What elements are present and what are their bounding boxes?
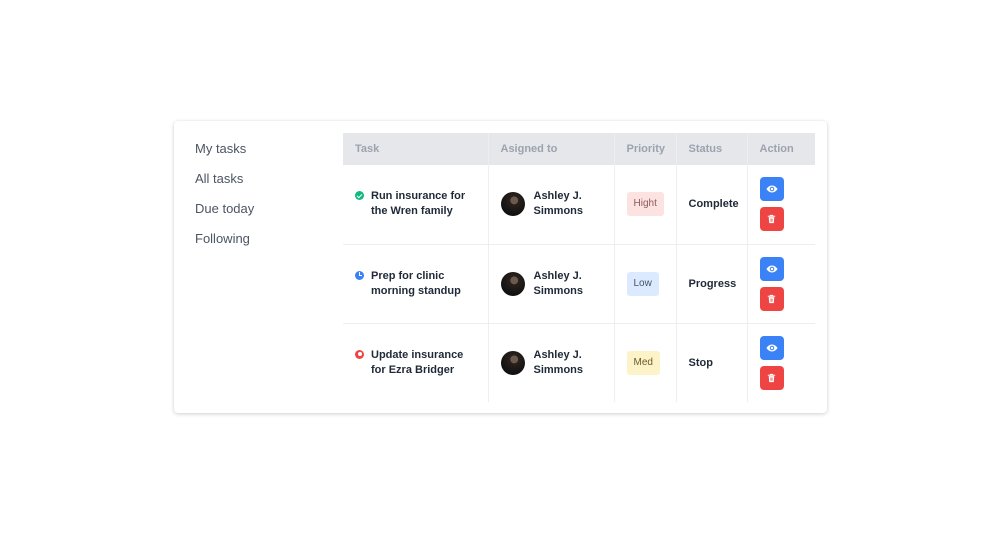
assignee-cell: Ashley J. Simmons xyxy=(487,244,614,324)
sidebar-item-my-tasks[interactable]: My tasks xyxy=(195,141,254,171)
tasks-card: My tasks All tasks Due today Following T… xyxy=(174,121,827,413)
action-cell xyxy=(746,323,815,402)
trash-icon xyxy=(767,294,776,303)
delete-button[interactable] xyxy=(759,365,784,390)
stop-circle-icon xyxy=(355,349,364,359)
table-row: Run insurance for the Wren family Ashley… xyxy=(343,165,815,245)
sidebar-item-all-tasks[interactable]: All tasks xyxy=(195,171,254,201)
status-cell: Stop xyxy=(675,323,747,402)
task-label[interactable]: Run insurance for the Wren family xyxy=(371,189,476,219)
status-text: Stop xyxy=(688,356,713,369)
status-cell: Complete xyxy=(675,165,747,245)
column-header-status: Status xyxy=(675,133,747,165)
view-button[interactable] xyxy=(759,335,784,360)
column-header-priority: Priority xyxy=(613,133,676,165)
task-label[interactable]: Update insurance for Ezra Bridger xyxy=(371,348,476,378)
priority-cell: Low xyxy=(613,244,676,324)
delete-button[interactable] xyxy=(759,207,784,232)
priority-badge: Med xyxy=(626,350,660,375)
check-circle-icon xyxy=(355,191,364,201)
priority-cell: Hight xyxy=(613,165,676,245)
view-button[interactable] xyxy=(759,256,784,281)
priority-badge: Hight xyxy=(626,192,664,217)
table-row: Update insurance for Ezra Bridger Ashley… xyxy=(343,323,815,402)
trash-icon xyxy=(767,373,776,382)
avatar xyxy=(500,271,525,296)
sidebar-item-following[interactable]: Following xyxy=(195,231,254,261)
avatar xyxy=(500,192,525,217)
eye-icon xyxy=(766,185,777,193)
priority-cell: Med xyxy=(613,323,676,402)
eye-icon xyxy=(766,265,777,272)
assignee-name: Ashley J. Simmons xyxy=(533,348,584,376)
trash-icon xyxy=(767,215,776,224)
task-cell: Prep for clinic morning standup xyxy=(343,244,488,324)
assignee-cell: Ashley J. Simmons xyxy=(487,165,614,245)
table-header-row: Task Asigned to Priority Status Action xyxy=(343,133,815,165)
task-label[interactable]: Prep for clinic morning standup xyxy=(371,269,476,299)
status-cell: Progress xyxy=(675,244,747,324)
assignee-cell: Ashley J. Simmons xyxy=(487,323,614,402)
column-header-action: Action xyxy=(746,133,815,165)
assignee-name: Ashley J. Simmons xyxy=(533,190,584,218)
eye-icon xyxy=(766,344,777,352)
delete-button[interactable] xyxy=(759,286,784,311)
status-text: Complete xyxy=(688,198,739,211)
task-cell: Update insurance for Ezra Bridger xyxy=(343,323,488,402)
column-header-task: Task xyxy=(343,133,488,165)
assignee-name: Ashley J. Simmons xyxy=(533,269,584,297)
view-button[interactable] xyxy=(759,177,784,202)
avatar xyxy=(500,350,525,375)
task-cell: Run insurance for the Wren family xyxy=(343,165,488,245)
action-cell xyxy=(746,165,815,245)
tasks-table: Task Asigned to Priority Status Action R… xyxy=(343,133,815,402)
sidebar: My tasks All tasks Due today Following xyxy=(195,141,254,261)
table-row: Prep for clinic morning standup Ashley J… xyxy=(343,244,815,324)
priority-badge: Low xyxy=(626,271,659,296)
status-text: Progress xyxy=(688,277,737,290)
action-cell xyxy=(746,244,815,324)
sidebar-item-due-today[interactable]: Due today xyxy=(195,201,254,231)
column-header-assigned: Asigned to xyxy=(487,133,614,165)
clock-icon xyxy=(355,270,364,280)
